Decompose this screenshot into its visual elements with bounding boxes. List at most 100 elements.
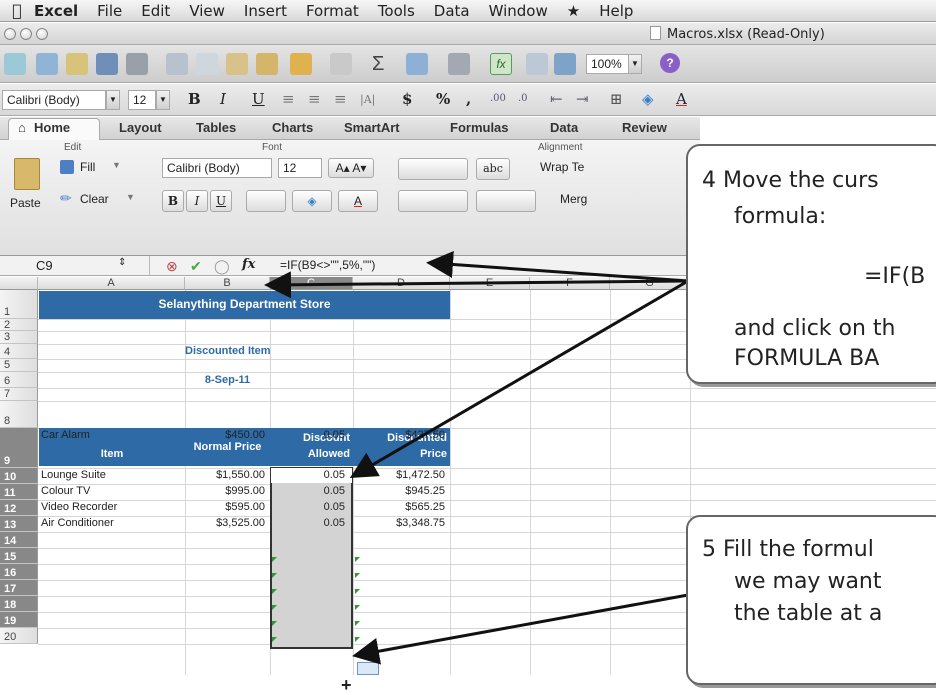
menu-file[interactable]: File — [97, 2, 122, 20]
zoom-window-button[interactable] — [36, 28, 48, 40]
tab-home[interactable]: Home — [34, 120, 70, 135]
cell-item[interactable]: Air Conditioner — [41, 517, 181, 529]
apple-icon[interactable]:  — [0, 1, 34, 20]
font-color-icon[interactable]: A — [676, 90, 687, 108]
merge-button[interactable]: Merg — [560, 192, 587, 206]
script-menu-icon[interactable]: ★ — [567, 2, 580, 20]
tab-formulas[interactable]: Formulas — [450, 120, 509, 135]
select-all-corner[interactable] — [0, 277, 38, 290]
vertical-align-buttons[interactable] — [398, 158, 468, 180]
undo-icon[interactable] — [290, 53, 312, 75]
cell-normal[interactable]: $3,525.00 — [185, 517, 265, 529]
zoom-select[interactable]: 100% — [586, 54, 630, 74]
increase-indent-icon[interactable]: ⇥ — [576, 90, 589, 108]
underline-button[interactable]: U — [252, 90, 265, 108]
row-header[interactable]: 19 — [0, 612, 38, 628]
indent-buttons[interactable] — [476, 190, 536, 212]
minimize-window-button[interactable] — [20, 28, 32, 40]
comma-button[interactable]: , — [466, 90, 471, 108]
cell-discount[interactable]: 0.05 — [270, 517, 345, 529]
cell-price[interactable]: $3,348.75 — [353, 517, 445, 529]
menu-view[interactable]: View — [189, 2, 225, 20]
column-header-a[interactable]: A — [38, 277, 185, 290]
cell-discount[interactable]: 0.05 — [270, 485, 345, 497]
name-box[interactable]: C9 ⇕ — [0, 256, 150, 276]
text-orientation-button[interactable]: abc — [476, 158, 510, 180]
menu-tools[interactable]: Tools — [378, 2, 415, 20]
tab-tables[interactable]: Tables — [196, 120, 236, 135]
menu-format[interactable]: Format — [306, 2, 359, 20]
row-header[interactable]: 16 — [0, 564, 38, 580]
sort-icon[interactable] — [406, 53, 428, 75]
menu-window[interactable]: Window — [489, 2, 548, 20]
row-header[interactable]: 10 — [0, 468, 38, 484]
row-header[interactable]: 12 — [0, 500, 38, 516]
grow-shrink-font-buttons[interactable]: A▴ A▾ — [328, 158, 374, 178]
bold-button[interactable]: B — [188, 90, 201, 108]
row-header[interactable]: 7 — [0, 388, 38, 401]
font-size-dropdown-arrow[interactable]: ▼ — [156, 90, 170, 110]
cell-normal[interactable]: $450.00 — [185, 429, 265, 441]
ribbon-underline-button[interactable]: U — [210, 190, 232, 212]
align-left-icon[interactable]: ≡ — [282, 90, 295, 108]
cell-normal[interactable]: $995.00 — [185, 485, 265, 497]
row-header[interactable]: 17 — [0, 580, 38, 596]
print-icon[interactable] — [126, 53, 148, 75]
function-toolbar-icon[interactable]: fx — [490, 53, 512, 75]
cell-item[interactable]: Video Recorder — [41, 501, 181, 513]
tab-charts[interactable]: Charts — [272, 120, 313, 135]
media-browser-icon[interactable] — [554, 53, 576, 75]
column-header-f[interactable]: F — [530, 277, 610, 290]
align-right-icon[interactable]: ≡ — [334, 90, 347, 108]
fill-color-icon[interactable]: ◈ — [642, 90, 654, 108]
increase-decimal-icon[interactable]: .00 — [490, 93, 506, 104]
cell-price[interactable]: $565.25 — [353, 501, 445, 513]
menu-insert[interactable]: Insert — [244, 2, 287, 20]
row-header[interactable]: 18 — [0, 596, 38, 612]
row-header[interactable]: 3 — [0, 331, 38, 344]
row-header[interactable]: 8 — [0, 401, 38, 428]
save-icon[interactable] — [96, 53, 118, 75]
row-header[interactable]: 9 — [0, 428, 38, 468]
paste-icon[interactable] — [226, 53, 248, 75]
row-header[interactable]: 20 — [0, 628, 38, 644]
wrap-text-button[interactable]: Wrap Te — [540, 160, 584, 174]
clear-dropdown-arrow[interactable]: ▼ — [126, 192, 135, 202]
row-header[interactable]: 6 — [0, 372, 38, 388]
tab-review[interactable]: Review — [622, 120, 667, 135]
close-window-button[interactable] — [4, 28, 16, 40]
copy-icon[interactable] — [196, 53, 218, 75]
tab-smartart[interactable]: SmartArt — [344, 120, 400, 135]
row-header[interactable]: 1 — [0, 290, 38, 319]
ribbon-italic-button[interactable]: I — [186, 190, 208, 212]
column-header-d[interactable]: D — [353, 277, 450, 290]
fill-button[interactable]: Fill — [80, 160, 95, 174]
cell-price[interactable]: $1,472.50 — [353, 469, 445, 481]
font-name-dropdown-arrow[interactable]: ▼ — [106, 90, 120, 110]
cell-item[interactable]: Colour TV — [41, 485, 181, 497]
horizontal-align-buttons[interactable] — [398, 190, 468, 212]
name-box-stepper-icon[interactable]: ⇕ — [118, 257, 126, 268]
paste-clipboard-icon[interactable] — [14, 158, 40, 190]
cell-discount[interactable]: 0.05 — [270, 501, 345, 513]
row-header[interactable]: 14 — [0, 532, 38, 548]
currency-button[interactable]: $ — [402, 90, 412, 108]
row-header[interactable]: 2 — [0, 319, 38, 331]
cell-normal[interactable]: $1,550.00 — [185, 469, 265, 481]
help-icon[interactable]: ? — [660, 53, 680, 73]
tab-layout[interactable]: Layout — [119, 120, 162, 135]
cut-icon[interactable] — [166, 53, 188, 75]
column-header-b[interactable]: B — [185, 277, 270, 290]
column-header-g[interactable]: G — [610, 277, 690, 290]
tab-data[interactable]: Data — [550, 120, 578, 135]
decrease-decimal-icon[interactable]: .0 — [518, 93, 528, 104]
ribbon-font-color-button[interactable]: A — [338, 190, 378, 212]
ribbon-size-select[interactable]: 12 — [278, 158, 322, 178]
format-painter-icon[interactable] — [256, 53, 278, 75]
font-size-select[interactable]: 12 — [128, 90, 156, 110]
menu-app-excel[interactable]: Excel — [34, 2, 78, 20]
row-header[interactable]: 13 — [0, 516, 38, 532]
percent-button[interactable]: % — [436, 90, 450, 108]
cell-normal[interactable]: $595.00 — [185, 501, 265, 513]
cell-discount[interactable]: 0.05 — [270, 469, 345, 481]
